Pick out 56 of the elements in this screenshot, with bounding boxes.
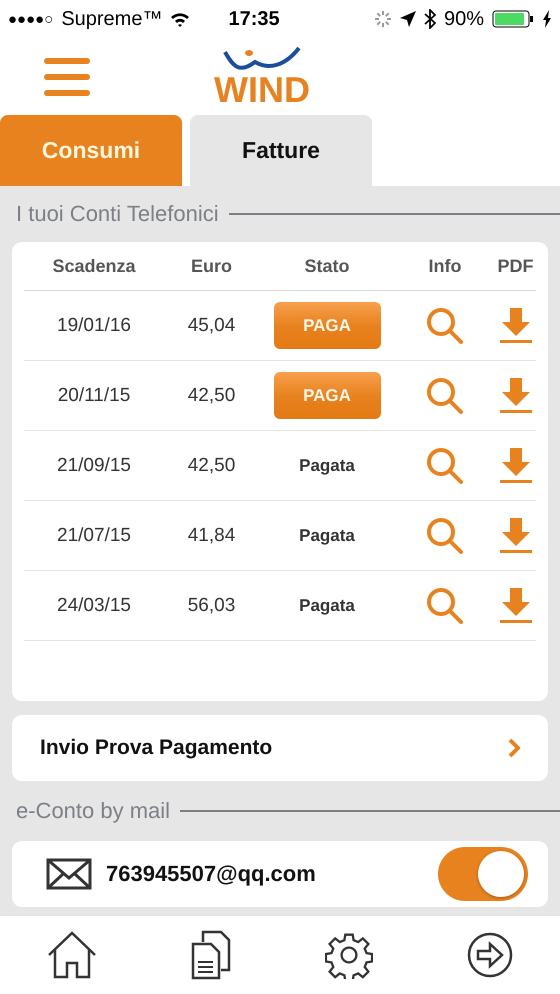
search-icon[interactable]	[425, 306, 465, 346]
pay-button[interactable]: PAGA	[274, 372, 380, 419]
download-icon[interactable]	[498, 518, 532, 554]
column-header: PDF	[496, 256, 534, 276]
brand-logo: WIND	[214, 72, 310, 108]
search-icon[interactable]	[425, 446, 465, 486]
due-date-cell-text: 20/11/15	[56, 384, 132, 406]
tab[interactable]: Fatture	[190, 115, 372, 186]
amount-cell-text: 41,84	[186, 524, 236, 546]
chevron-right-icon	[508, 738, 520, 758]
signal-strength: ●●●●○	[8, 10, 54, 28]
download-icon[interactable]	[498, 588, 532, 624]
column-header: Stato	[304, 256, 350, 276]
section-title: I tuoi Conti Telefonici	[16, 201, 219, 227]
column-header: Info	[428, 256, 462, 276]
due-date-cell-text: 19/01/16	[56, 314, 132, 336]
column-header: Scadenza	[51, 256, 137, 276]
amount-cell-text: 45,04	[186, 314, 236, 336]
wifi-icon	[170, 11, 190, 27]
column-header: Euro	[190, 256, 233, 276]
envelope-icon	[46, 858, 92, 890]
pay-button[interactable]: PAGA	[274, 302, 380, 349]
due-date-cell-text: 21/09/15	[56, 454, 132, 476]
email-toggle[interactable]	[438, 847, 528, 901]
documents-icon[interactable]	[191, 930, 231, 980]
amount-cell-text: 56,03	[186, 594, 236, 616]
download-icon[interactable]	[498, 378, 532, 414]
search-icon[interactable]	[425, 516, 465, 556]
payment-proof-button[interactable]: Invio Prova Pagamento	[12, 715, 548, 781]
location-arrow-icon	[400, 11, 416, 27]
status-cell-text: Pagata	[298, 596, 356, 616]
home-icon[interactable]	[47, 931, 97, 979]
due-date-cell-text: 24/03/15	[56, 594, 132, 616]
carrier-name: Supreme™	[61, 8, 162, 30]
battery-percentage: 90%	[444, 8, 484, 30]
logout-icon[interactable]	[467, 932, 513, 978]
due-date-cell-text: 21/07/15	[56, 524, 132, 546]
battery-icon	[492, 10, 534, 28]
tab[interactable]: Consumi	[0, 115, 182, 186]
amount-cell-text: 42,50	[186, 384, 236, 406]
menu-icon[interactable]	[44, 58, 90, 96]
section-title: e-Conto by mail	[16, 798, 170, 824]
charging-bolt-icon	[542, 10, 552, 28]
search-icon[interactable]	[425, 586, 465, 626]
bluetooth-icon	[424, 9, 436, 29]
download-icon[interactable]	[498, 308, 532, 344]
status-cell-text: Pagata	[298, 456, 356, 476]
settings-icon[interactable]	[325, 931, 373, 979]
email-address: 763945507@qq.com	[106, 861, 317, 887]
download-icon[interactable]	[498, 448, 532, 484]
clock-time: 17:35	[228, 8, 280, 30]
amount-cell-text: 42,50	[186, 454, 236, 476]
logo-swoosh-icon	[222, 46, 301, 72]
activity-spinner-icon	[374, 10, 392, 28]
search-icon[interactable]	[425, 376, 465, 416]
status-cell-text: Pagata	[298, 526, 356, 546]
